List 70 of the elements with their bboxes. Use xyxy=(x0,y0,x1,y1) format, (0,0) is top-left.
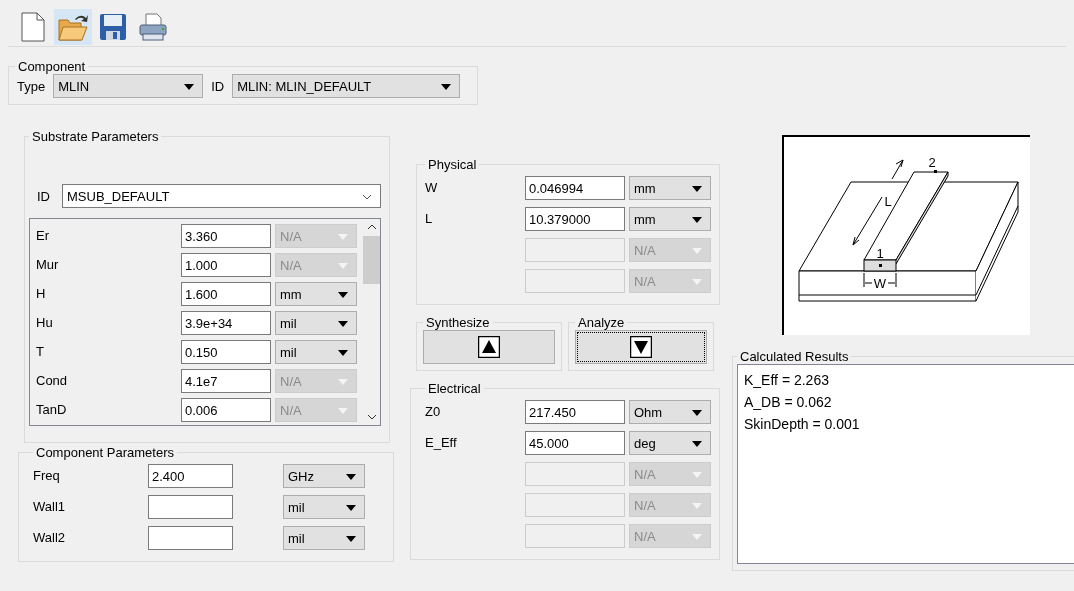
down-triangle-icon xyxy=(630,336,652,358)
port-label: 1 xyxy=(876,246,884,261)
parameter-label: Er xyxy=(36,228,50,243)
parameter-label: H xyxy=(36,286,47,301)
value-field[interactable]: 45.000 xyxy=(525,430,625,455)
value-field[interactable]: 2.400 xyxy=(148,463,233,488)
unit-dropdown[interactable]: mil xyxy=(283,525,365,550)
id-label: ID xyxy=(36,188,51,204)
group-title: Synthesize xyxy=(425,315,491,330)
scroll-down-icon[interactable] xyxy=(366,414,377,420)
width-label: W xyxy=(873,276,887,291)
scrollbar-thumb[interactable] xyxy=(363,236,380,284)
parameter-label: E_Eff xyxy=(425,435,458,450)
group-title: Component xyxy=(17,59,87,74)
substrate-id-dropdown[interactable]: MSUB_DEFAULT xyxy=(62,184,381,208)
value-field[interactable] xyxy=(148,525,233,550)
value-field[interactable]: 3.360 xyxy=(181,223,271,248)
result-line: K_Eff = 2.263 xyxy=(744,371,830,390)
parameter-label: Freq xyxy=(33,468,61,483)
type-label: Type xyxy=(16,78,47,94)
analyze-button[interactable] xyxy=(575,330,707,364)
value-field[interactable]: 0.150 xyxy=(181,339,271,364)
unit-dropdown[interactable]: mil xyxy=(275,339,357,364)
unit-dropdown[interactable]: mm xyxy=(275,281,357,306)
group-title: Electrical xyxy=(427,381,482,396)
value-field[interactable]: 217.450 xyxy=(525,399,625,424)
printer-icon xyxy=(137,12,169,42)
parameter-label: T xyxy=(36,344,45,359)
chevron-down-icon xyxy=(362,194,372,200)
id-dropdown[interactable]: MLIN: MLIN_DEFAULT xyxy=(232,74,461,98)
unit-dropdown[interactable]: mm xyxy=(629,206,711,231)
value-field[interactable]: 1.000 xyxy=(181,252,271,277)
up-triangle-icon xyxy=(478,336,500,358)
group-title: Calculated Results xyxy=(739,349,850,364)
parameter-label: Wall1 xyxy=(33,499,67,514)
parameter-label: Hu xyxy=(36,315,54,330)
parameter-label: Wall2 xyxy=(33,530,67,545)
id-label: ID xyxy=(210,78,226,94)
parameter-label: L xyxy=(425,211,434,226)
value-field[interactable]: 10.379000 xyxy=(525,206,625,231)
unit-dropdown[interactable]: deg xyxy=(629,430,711,455)
unit-dropdown[interactable]: GHz xyxy=(283,463,365,488)
result-line: A_DB = 0.062 xyxy=(744,393,833,412)
value-field[interactable]: 1.600 xyxy=(181,281,271,306)
synthesize-button[interactable] xyxy=(423,330,555,364)
unit-dropdown[interactable]: mil xyxy=(275,310,357,335)
value-field[interactable] xyxy=(148,494,233,519)
new-file-icon xyxy=(20,12,46,42)
parameter-label: Z0 xyxy=(425,404,442,419)
value-field[interactable]: 0.006 xyxy=(181,397,271,422)
group-title: Substrate Parameters xyxy=(31,129,160,144)
value-field[interactable]: 3.9e+34 xyxy=(181,310,271,335)
unit-dropdown[interactable]: mil xyxy=(283,494,365,519)
value-field[interactable]: 4.1e7 xyxy=(181,368,271,393)
port-label: 2 xyxy=(928,155,936,170)
unit-dropdown[interactable]: Ohm xyxy=(629,399,711,424)
group-title: Analyze xyxy=(577,315,626,330)
value-field[interactable]: 0.046994 xyxy=(525,175,625,200)
unit-dropdown[interactable]: mm xyxy=(629,175,711,200)
type-dropdown[interactable]: MLIN xyxy=(53,74,204,98)
toolbar-button[interactable] xyxy=(54,9,92,45)
parameter-label: W xyxy=(425,180,439,195)
parameter-label: TanD xyxy=(36,402,68,417)
result-line: SkinDepth = 0.001 xyxy=(744,415,861,434)
group-title: Component Parameters xyxy=(35,445,175,460)
length-label: L xyxy=(884,194,892,209)
parameter-label: Cond xyxy=(36,373,69,388)
parameter-label: Mur xyxy=(36,257,60,272)
group-title: Physical xyxy=(427,157,478,172)
scroll-up-icon[interactable] xyxy=(366,224,377,230)
